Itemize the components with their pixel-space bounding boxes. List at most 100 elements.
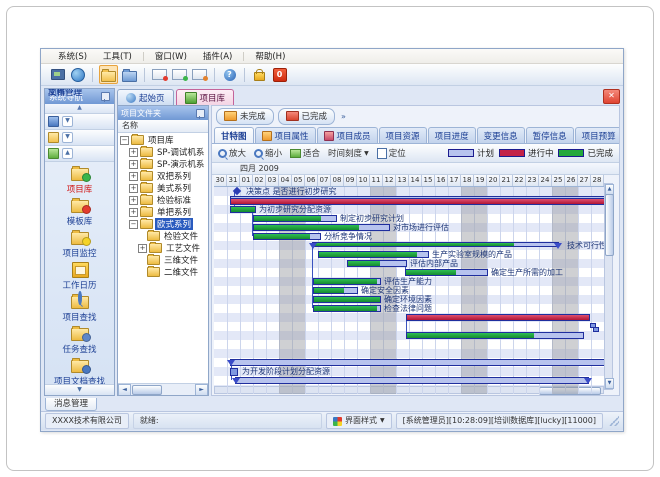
gantt-tab-项目属性[interactable]: 项目属性 — [255, 127, 316, 143]
tree-item-SP-调试机系[interactable]: +SP-调试机系 — [118, 146, 208, 158]
power-icon[interactable]: 0 — [271, 66, 288, 83]
sidebar-item-项目文档查找[interactable]: 项目文档查找 — [45, 357, 114, 387]
sidebar-item-任务查找[interactable]: 任务查找 — [45, 325, 114, 355]
tool-定位[interactable]: 定位 — [377, 147, 406, 159]
filter-已完成[interactable]: 已完成 — [278, 108, 336, 125]
task-bar[interactable] — [313, 278, 381, 285]
tool-缩小[interactable]: 缩小 — [254, 147, 282, 159]
tree-item-三维文件[interactable]: 三维文件 — [118, 254, 208, 266]
tab-起始页[interactable]: 起始页 — [117, 89, 174, 105]
scroll-down-icon[interactable]: ▼ — [605, 378, 614, 389]
task-bar[interactable] — [313, 287, 358, 294]
resize-grip[interactable] — [609, 416, 619, 426]
sidebar-group-1[interactable]: 工作管理▼ — [45, 114, 114, 130]
gantt-tab-项目进度[interactable]: 项目进度 — [428, 127, 476, 143]
tree-column-header[interactable]: 名称 — [118, 120, 208, 133]
task-bar[interactable] — [318, 251, 429, 258]
tree-item-双把系列[interactable]: +双把系列 — [118, 170, 208, 182]
filter-未完成[interactable]: 未完成 — [216, 108, 274, 125]
task-bar[interactable] — [347, 260, 407, 267]
collapse-icon[interactable]: − — [129, 220, 138, 229]
tool-放大[interactable]: 放大 — [218, 147, 246, 159]
plan-bar[interactable] — [230, 359, 604, 366]
interface-style-button[interactable]: 界面样式 ▼ — [326, 413, 392, 429]
globe-icon[interactable] — [69, 66, 86, 83]
expand-icon[interactable]: + — [129, 184, 138, 193]
task-bar[interactable] — [406, 332, 584, 339]
sidebar-group-3[interactable]: 项目管理▲ — [45, 146, 114, 162]
tree-item-检验标准[interactable]: +检验标准 — [118, 194, 208, 206]
workspace-icon[interactable] — [49, 66, 66, 83]
expand-icon[interactable]: + — [129, 148, 138, 157]
collapse-icon[interactable]: − — [120, 136, 129, 145]
expand-icon[interactable]: + — [129, 196, 138, 205]
scroll-thumb[interactable] — [605, 194, 614, 256]
folder-switch-icon[interactable] — [121, 66, 138, 83]
tool-时间刻度[interactable]: 时间刻度▼ — [328, 147, 369, 159]
menu-item-3[interactable]: 窗口(W) — [148, 49, 194, 63]
chevron-icon[interactable]: ▼ — [62, 116, 73, 127]
pin-icon[interactable] — [101, 92, 110, 101]
message-management-tab[interactable]: 消息管理 — [45, 398, 97, 411]
summary-active-bar[interactable] — [230, 198, 604, 205]
sidebar-item-项目监控[interactable]: 项目监控 — [45, 229, 114, 259]
gantt-vertical-scrollbar[interactable]: ▲ ▼ — [604, 183, 613, 390]
sidebar-item-项目库[interactable]: 项目库 — [45, 165, 114, 195]
gantt-tab-项目资源[interactable]: 项目资源 — [379, 127, 427, 143]
active-bar[interactable] — [406, 314, 590, 321]
folder-open-icon[interactable] — [99, 65, 118, 84]
tool-适合[interactable]: 适合 — [290, 147, 320, 159]
close-icon[interactable]: ✕ — [603, 89, 620, 104]
tree-horizontal-scrollbar[interactable]: ◄ ► — [118, 383, 208, 395]
expand-icon[interactable]: + — [129, 172, 138, 181]
tree-item-项目库[interactable]: −项目库 — [118, 134, 208, 146]
chevron-icon[interactable]: ▼ — [62, 132, 73, 143]
scroll-right-icon[interactable]: ► — [195, 384, 208, 396]
gantt-tab-项目成员[interactable]: 项目成员 — [317, 127, 378, 143]
task-bar[interactable] — [313, 305, 381, 312]
mail-new-icon[interactable] — [191, 66, 208, 83]
lock-icon[interactable] — [251, 66, 268, 83]
task-bar[interactable] — [253, 224, 390, 231]
scroll-thumb[interactable] — [132, 385, 162, 395]
task-bar[interactable] — [253, 233, 321, 240]
tree-item-欧式系列[interactable]: −欧式系列 — [118, 218, 208, 230]
sidebar-collapse-strip[interactable]: ▲ — [45, 104, 114, 114]
more-buttons-chevron[interactable]: » — [341, 112, 346, 121]
task-bar[interactable] — [405, 269, 488, 276]
milestone-square[interactable] — [230, 368, 238, 376]
chevron-icon[interactable]: ▲ — [62, 148, 73, 159]
tree-item-美式系列[interactable]: +美式系列 — [118, 182, 208, 194]
summary-bar[interactable] — [312, 242, 559, 247]
tree-item-二维文件[interactable]: 二维文件 — [118, 266, 208, 278]
expand-icon[interactable]: + — [129, 208, 138, 217]
gantt-tab-暂停信息[interactable]: 暂停信息 — [526, 127, 574, 143]
gantt-tab-甘特图[interactable]: 甘特图 — [214, 127, 254, 143]
task-bar[interactable] — [253, 215, 337, 222]
tab-项目库[interactable]: 项目库 — [176, 89, 235, 105]
tree-item-SP-演示机系[interactable]: +SP-演示机系 — [118, 158, 208, 170]
task-bar[interactable] — [230, 206, 256, 213]
sidebar-bottom-group[interactable]: ▼ — [45, 384, 114, 395]
scroll-left-icon[interactable]: ◄ — [118, 384, 131, 396]
gantt-tab-变更信息[interactable]: 变更信息 — [477, 127, 525, 143]
sidebar-item-模板库[interactable]: 模板库 — [45, 197, 114, 227]
menu-item-1[interactable]: 系统(S) — [51, 49, 94, 63]
menu-item-2[interactable]: 工具(T) — [96, 49, 139, 63]
help-icon[interactable]: ? — [221, 66, 238, 83]
sidebar-item-工作日历[interactable]: 工作日历 — [45, 261, 114, 291]
tree-item-工艺文件[interactable]: +工艺文件 — [118, 242, 208, 254]
milestone-diamond[interactable] — [233, 187, 241, 195]
task-bar[interactable] — [313, 296, 381, 303]
menu-item-5[interactable]: 帮助(H) — [248, 49, 292, 63]
sidebar-item-项目查找[interactable]: 项目查找 — [45, 293, 114, 323]
plan-bar[interactable] — [235, 377, 589, 384]
tree-item-检验文件[interactable]: 检验文件 — [118, 230, 208, 242]
menu-item-4[interactable]: 插件(A) — [196, 49, 239, 63]
tree-item-单把系列[interactable]: +单把系列 — [118, 206, 208, 218]
gantt-tab-项目预算[interactable]: 项目预算 — [575, 127, 620, 143]
mail-alert-icon[interactable] — [151, 66, 168, 83]
expand-icon[interactable]: + — [129, 160, 138, 169]
expand-icon[interactable]: + — [138, 244, 147, 253]
gantt-chart-area[interactable]: 决策点 是否进行初步研究为初步研究分配资源制定初步研究计划对市场进行评估分析竞争… — [214, 187, 604, 394]
